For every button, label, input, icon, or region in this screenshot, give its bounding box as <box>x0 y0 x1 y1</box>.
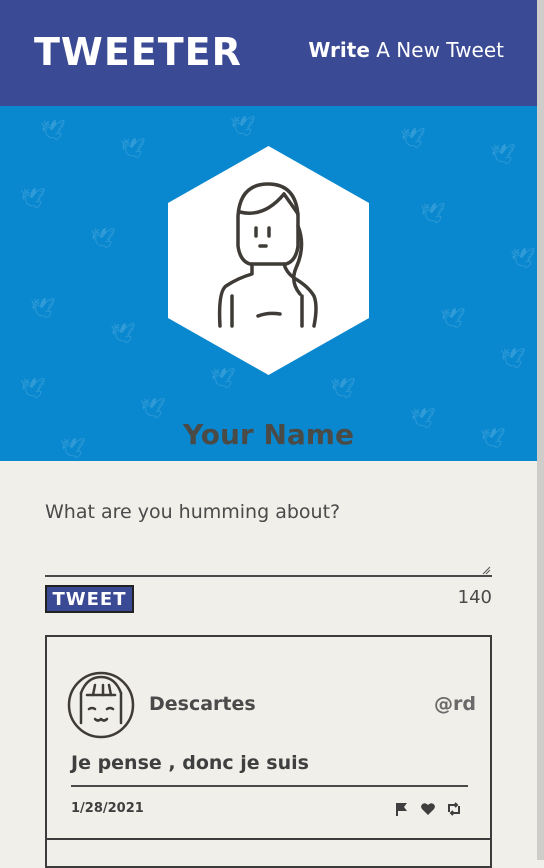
cat-girl-avatar-icon <box>67 671 135 739</box>
tweet-button[interactable]: TWEET <box>45 585 134 613</box>
next-tweet-card <box>45 838 492 868</box>
tweet-divider <box>71 785 468 787</box>
brand-logo[interactable]: TWEETER <box>34 33 242 71</box>
write-new-tweet-link[interactable]: Write A New Tweet <box>308 40 504 60</box>
tweet-card: Descartes @rd Je pense , donc je suis 1/… <box>45 635 492 840</box>
tweet-actions <box>394 801 462 817</box>
scrollbar[interactable] <box>537 0 544 860</box>
char-counter: 140 <box>457 587 492 608</box>
tweet-compose-input[interactable] <box>45 497 492 577</box>
scrollbar-thumb[interactable] <box>537 0 544 860</box>
heart-icon[interactable] <box>420 801 436 817</box>
flag-icon[interactable] <box>394 801 410 817</box>
tweet-date: 1/28/2021 <box>71 801 144 816</box>
profile-name: Your Name <box>183 418 354 451</box>
tweet-handle[interactable]: @rd <box>434 693 476 715</box>
tweet-text: Je pense , donc je suis <box>71 752 309 774</box>
new-tweet-label: A New Tweet <box>369 38 504 62</box>
top-nav: TWEETER Write A New Tweet <box>0 0 537 106</box>
profile-banner: 🕊 🕊 🕊 🕊 🕊 🕊 🕊 🕊 🕊 🕊 🕊 🕊 🕊 🕊 🕊 🕊 🕊 🕊 🕊 🕊 <box>0 106 537 461</box>
tweet-author[interactable]: Descartes <box>149 693 256 715</box>
retweet-icon[interactable] <box>446 801 462 817</box>
profile-avatar <box>168 146 369 375</box>
write-label: Write <box>308 38 370 62</box>
resize-grip-icon[interactable] <box>482 566 491 575</box>
